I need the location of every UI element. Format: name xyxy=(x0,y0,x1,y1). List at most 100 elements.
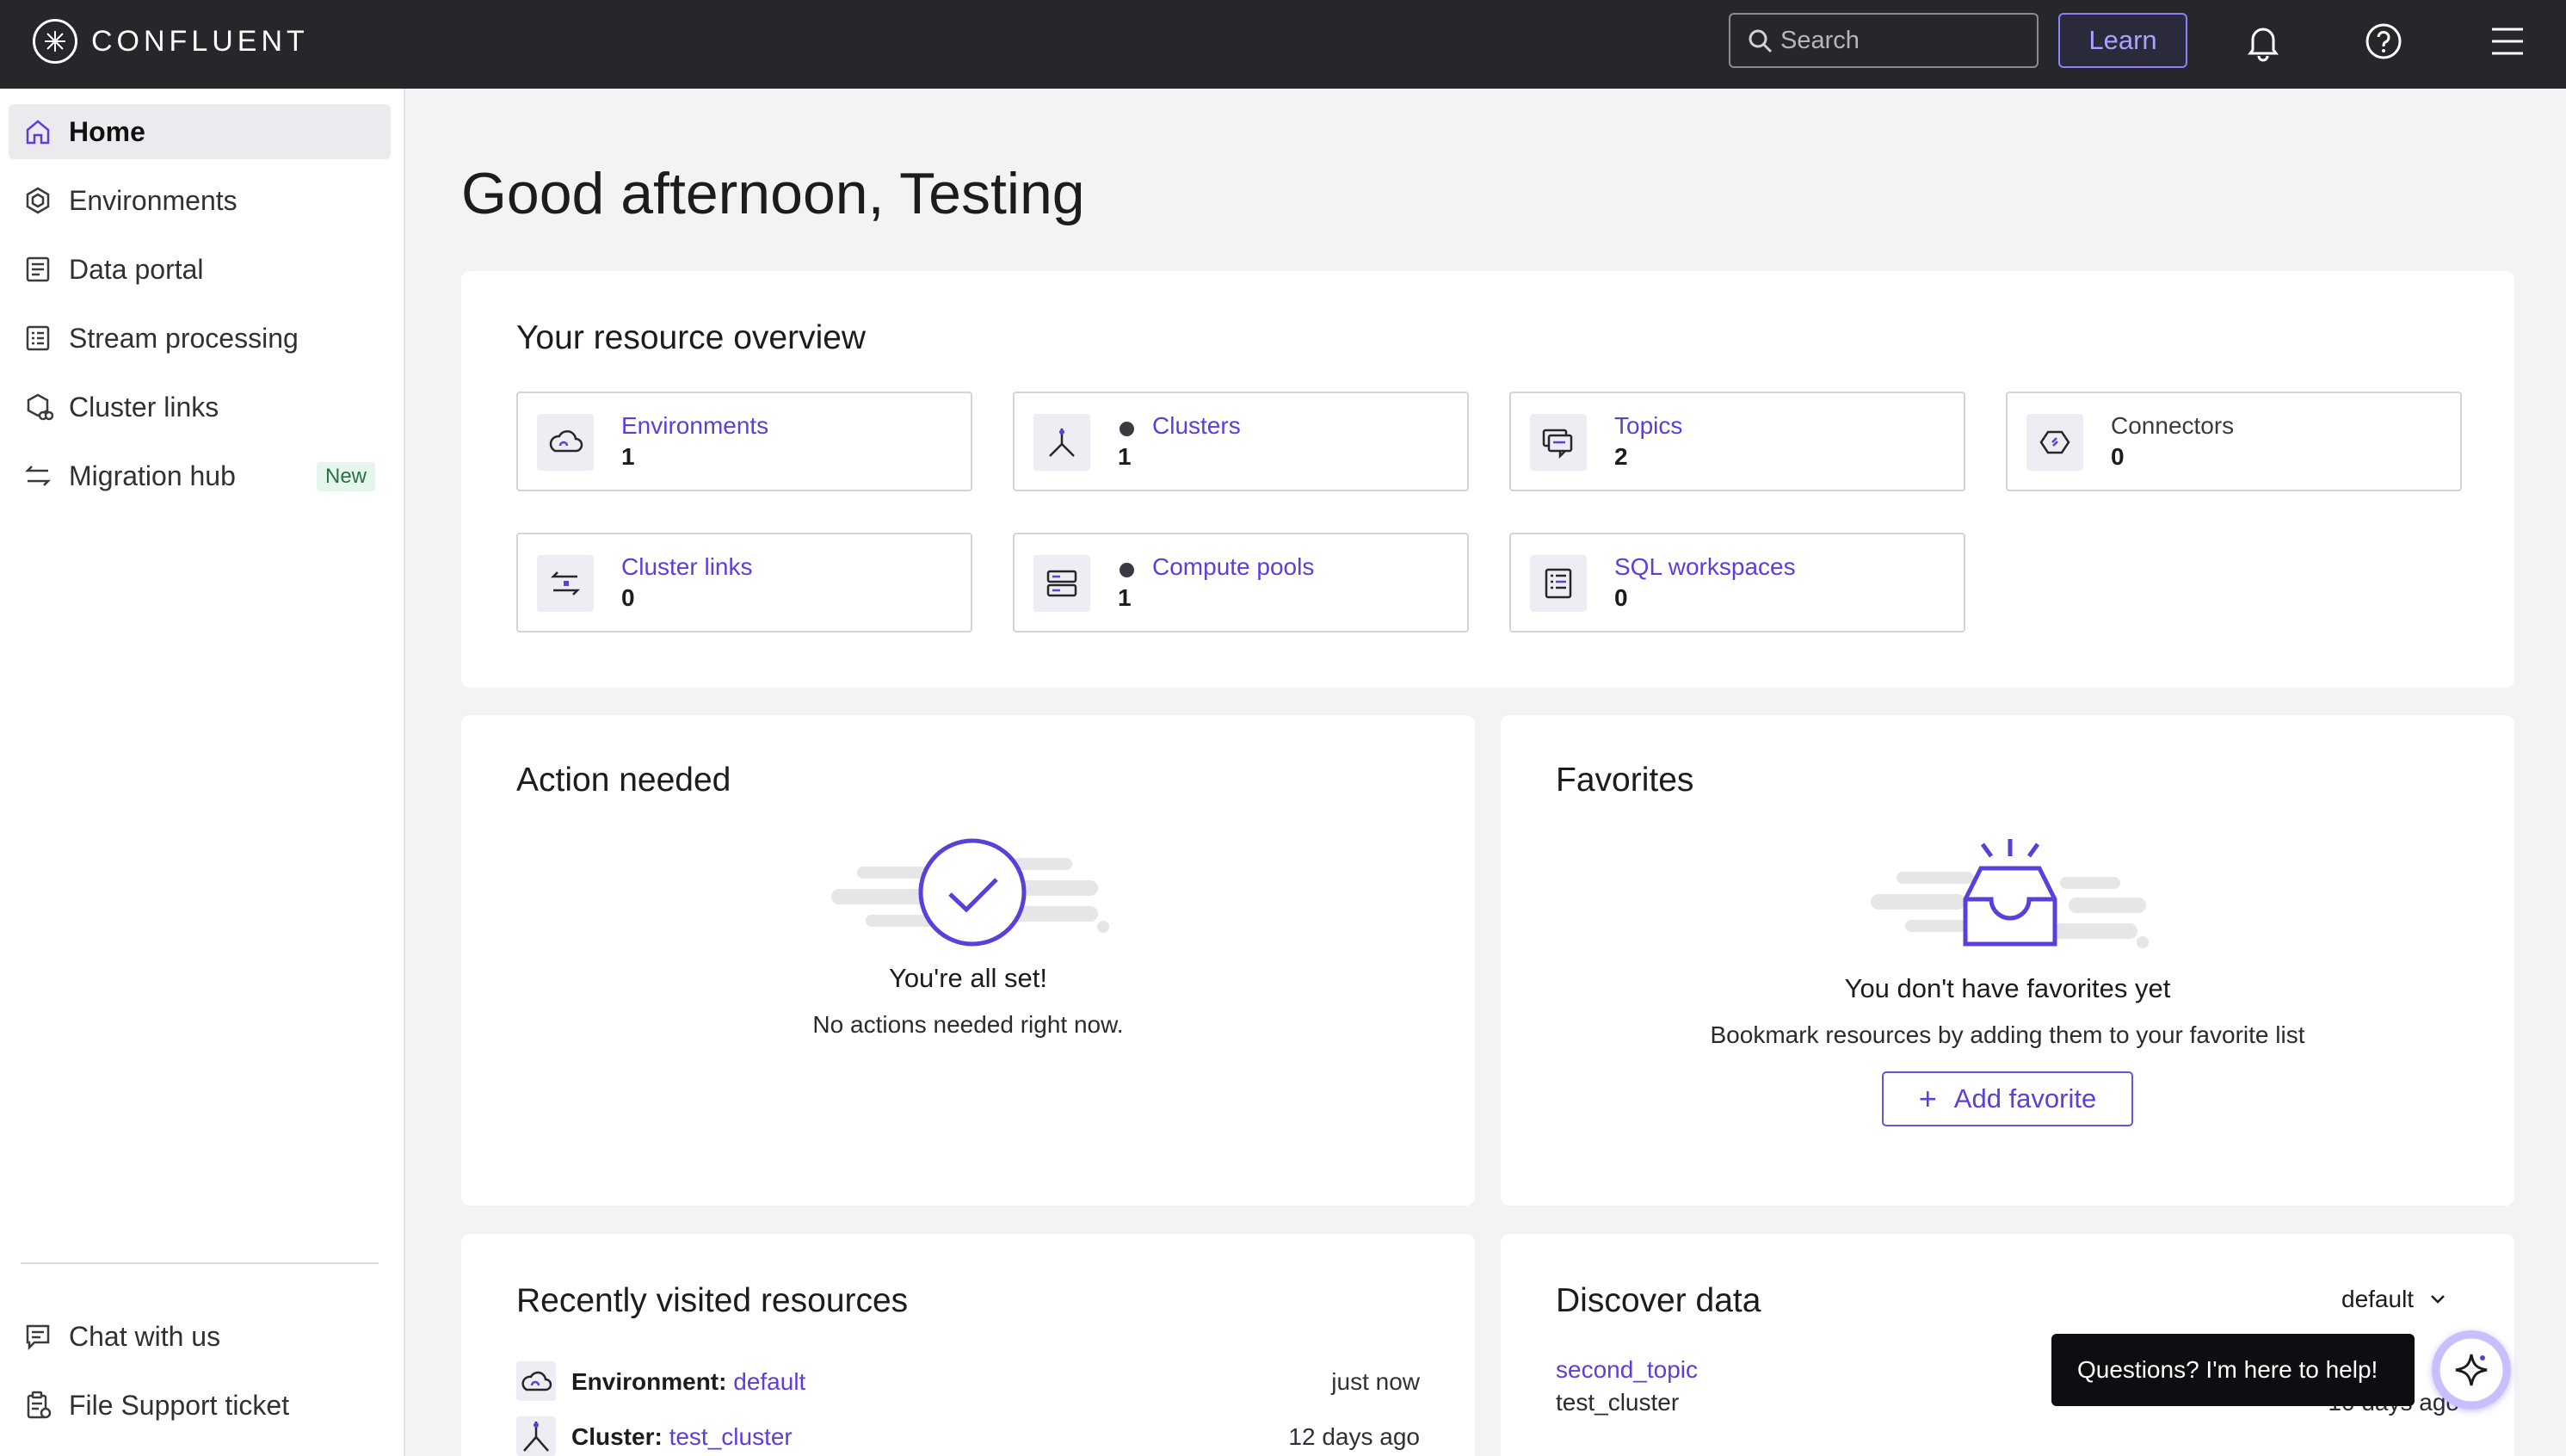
resource-overview-title: Your resource overview xyxy=(516,319,867,356)
topics-icon xyxy=(1530,414,1587,471)
sidebar-item-support-ticket[interactable]: File Support ticket xyxy=(9,1378,391,1433)
ai-assistant-button[interactable] xyxy=(2432,1330,2511,1410)
chevron-down-icon xyxy=(2431,1295,2445,1304)
tile-count: 0 xyxy=(1614,584,1628,611)
sidebar-item-label: File Support ticket xyxy=(69,1389,290,1421)
page-title: Good afternoon, Testing xyxy=(461,161,1085,226)
tile-connectors: Connectors 0 xyxy=(2006,392,2462,491)
sidebar-item-label: Home xyxy=(69,115,145,147)
cloud-icon xyxy=(537,414,594,471)
search-icon xyxy=(1749,29,1773,53)
sidebar-item-label: Cluster links xyxy=(69,391,219,423)
confluent-logo[interactable]: CONFLUENT xyxy=(33,19,309,64)
recent-item-time: just now xyxy=(1331,1368,1420,1395)
tile-sql-workspaces[interactable]: SQL workspaces 0 xyxy=(1509,533,1965,632)
status-dot xyxy=(1120,563,1134,577)
tile-topics[interactable]: Topics 2 xyxy=(1509,392,1965,491)
assistant-tooltip: Questions? I'm here to help! xyxy=(2051,1334,2415,1406)
recent-item-link[interactable]: test_cluster xyxy=(669,1423,793,1450)
tile-count: 1 xyxy=(1118,584,1132,611)
add-favorite-button[interactable]: + Add favorite xyxy=(1882,1071,2133,1126)
tile-label[interactable]: Cluster links xyxy=(621,553,752,581)
recent-item-link[interactable]: default xyxy=(733,1368,805,1395)
recent-item[interactable]: Environment: default just now xyxy=(516,1360,1420,1403)
discover-data-title: Discover data xyxy=(1556,1282,1761,1319)
sidebar-item-label: Stream processing xyxy=(69,322,299,354)
sidebar-item-chat[interactable]: Chat with us xyxy=(9,1309,391,1364)
sidebar-item-label: Data portal xyxy=(69,253,204,285)
cluster-icon xyxy=(516,1416,556,1456)
sidebar: Home Environments Data portal Stream pro… xyxy=(0,89,405,1456)
action-needed-card: Action needed You're all set! No actions… xyxy=(461,715,1475,1206)
tile-compute-pools[interactable]: Compute pools 1 xyxy=(1013,533,1469,632)
learn-button[interactable]: Learn xyxy=(2058,13,2187,68)
all-set-heading: You're all set! xyxy=(888,963,1047,993)
all-set-message: No actions needed right now. xyxy=(812,1011,1124,1038)
sidebar-item-home[interactable]: Home xyxy=(9,104,391,159)
plus-icon: + xyxy=(1918,1081,1937,1116)
discover-topic-cluster: test_cluster xyxy=(1556,1389,1680,1416)
brand-name: CONFLUENT xyxy=(91,24,309,58)
recent-item[interactable]: Cluster: test_cluster 12 days ago xyxy=(516,1415,1420,1456)
recently-visited-title: Recently visited resources xyxy=(516,1282,909,1319)
tile-label[interactable]: Compute pools xyxy=(1152,553,1314,581)
tile-clusters[interactable]: Clusters 1 xyxy=(1013,392,1469,491)
data-portal-icon xyxy=(26,256,50,282)
sidebar-item-label: Migration hub xyxy=(69,460,236,491)
top-bar: CONFLUENT Search Learn xyxy=(0,0,2566,89)
confluent-logo-icon xyxy=(33,19,77,64)
add-favorite-label: Add favorite xyxy=(1953,1083,2097,1114)
cluster-links-icon xyxy=(537,555,594,612)
tile-label[interactable]: Environments xyxy=(621,412,768,440)
chat-icon xyxy=(26,1324,50,1351)
tile-label: Connectors xyxy=(2111,412,2235,439)
cluster-links-icon xyxy=(27,393,53,421)
cluster-icon xyxy=(1033,414,1090,471)
recent-item-type: Cluster: xyxy=(571,1423,663,1450)
help-icon[interactable] xyxy=(2361,19,2406,64)
sidebar-item-migration-hub[interactable]: Migration hub New xyxy=(9,448,391,503)
tile-label[interactable]: SQL workspaces xyxy=(1614,553,1796,581)
all-set-illustration xyxy=(831,838,1109,947)
tile-label[interactable]: Clusters xyxy=(1152,412,1241,440)
sidebar-item-stream-processing[interactable]: Stream processing xyxy=(9,311,391,366)
environment-select-value: default xyxy=(2341,1286,2415,1312)
tile-cluster-links[interactable]: Cluster links 0 xyxy=(516,533,972,632)
favorites-title: Favorites xyxy=(1556,762,1694,799)
recent-item-time: 12 days ago xyxy=(1288,1423,1420,1450)
search-placeholder: Search xyxy=(1780,26,1860,54)
sidebar-item-environments[interactable]: Environments xyxy=(9,173,391,228)
home-icon xyxy=(26,120,50,145)
sidebar-item-label: Chat with us xyxy=(69,1320,221,1352)
tile-count: 0 xyxy=(621,584,635,611)
tile-count: 0 xyxy=(2111,443,2125,470)
empty-favorites-illustration xyxy=(1871,839,2149,948)
stream-processing-icon xyxy=(26,325,50,351)
tile-environments[interactable]: Environments 1 xyxy=(516,392,972,491)
sql-workspace-icon xyxy=(1530,555,1587,612)
search-input[interactable]: Search xyxy=(1729,13,2039,68)
menu-icon[interactable] xyxy=(2485,19,2530,64)
favorites-empty-message: Bookmark resources by adding them to you… xyxy=(1710,1021,2305,1048)
connector-icon xyxy=(2026,414,2083,471)
support-ticket-icon xyxy=(27,1391,52,1419)
environments-icon xyxy=(26,187,50,214)
action-needed-title: Action needed xyxy=(516,762,731,799)
compute-pool-icon xyxy=(1033,555,1090,612)
migration-hub-icon xyxy=(24,466,52,486)
discover-topic-link[interactable]: second_topic xyxy=(1556,1356,1698,1384)
status-dot xyxy=(1120,422,1134,436)
cloud-icon xyxy=(516,1361,556,1401)
tile-count: 1 xyxy=(621,443,635,470)
sidebar-item-label: Environments xyxy=(69,184,237,216)
sidebar-item-cluster-links[interactable]: Cluster links xyxy=(9,379,391,435)
favorites-empty-heading: You don't have favorites yet xyxy=(1844,973,2171,1003)
sidebar-item-data-portal[interactable]: Data portal xyxy=(9,242,391,297)
tile-label[interactable]: Topics xyxy=(1614,412,1682,440)
tile-count: 2 xyxy=(1614,443,1628,470)
bell-icon[interactable] xyxy=(2241,19,2285,64)
environment-select[interactable]: default xyxy=(2341,1286,2450,1313)
sidebar-divider xyxy=(21,1262,379,1264)
favorites-card: Favorites You don't have favorites yet B… xyxy=(1501,715,2514,1206)
resource-overview-card: Your resource overview Environments 1 Cl… xyxy=(461,271,2514,688)
